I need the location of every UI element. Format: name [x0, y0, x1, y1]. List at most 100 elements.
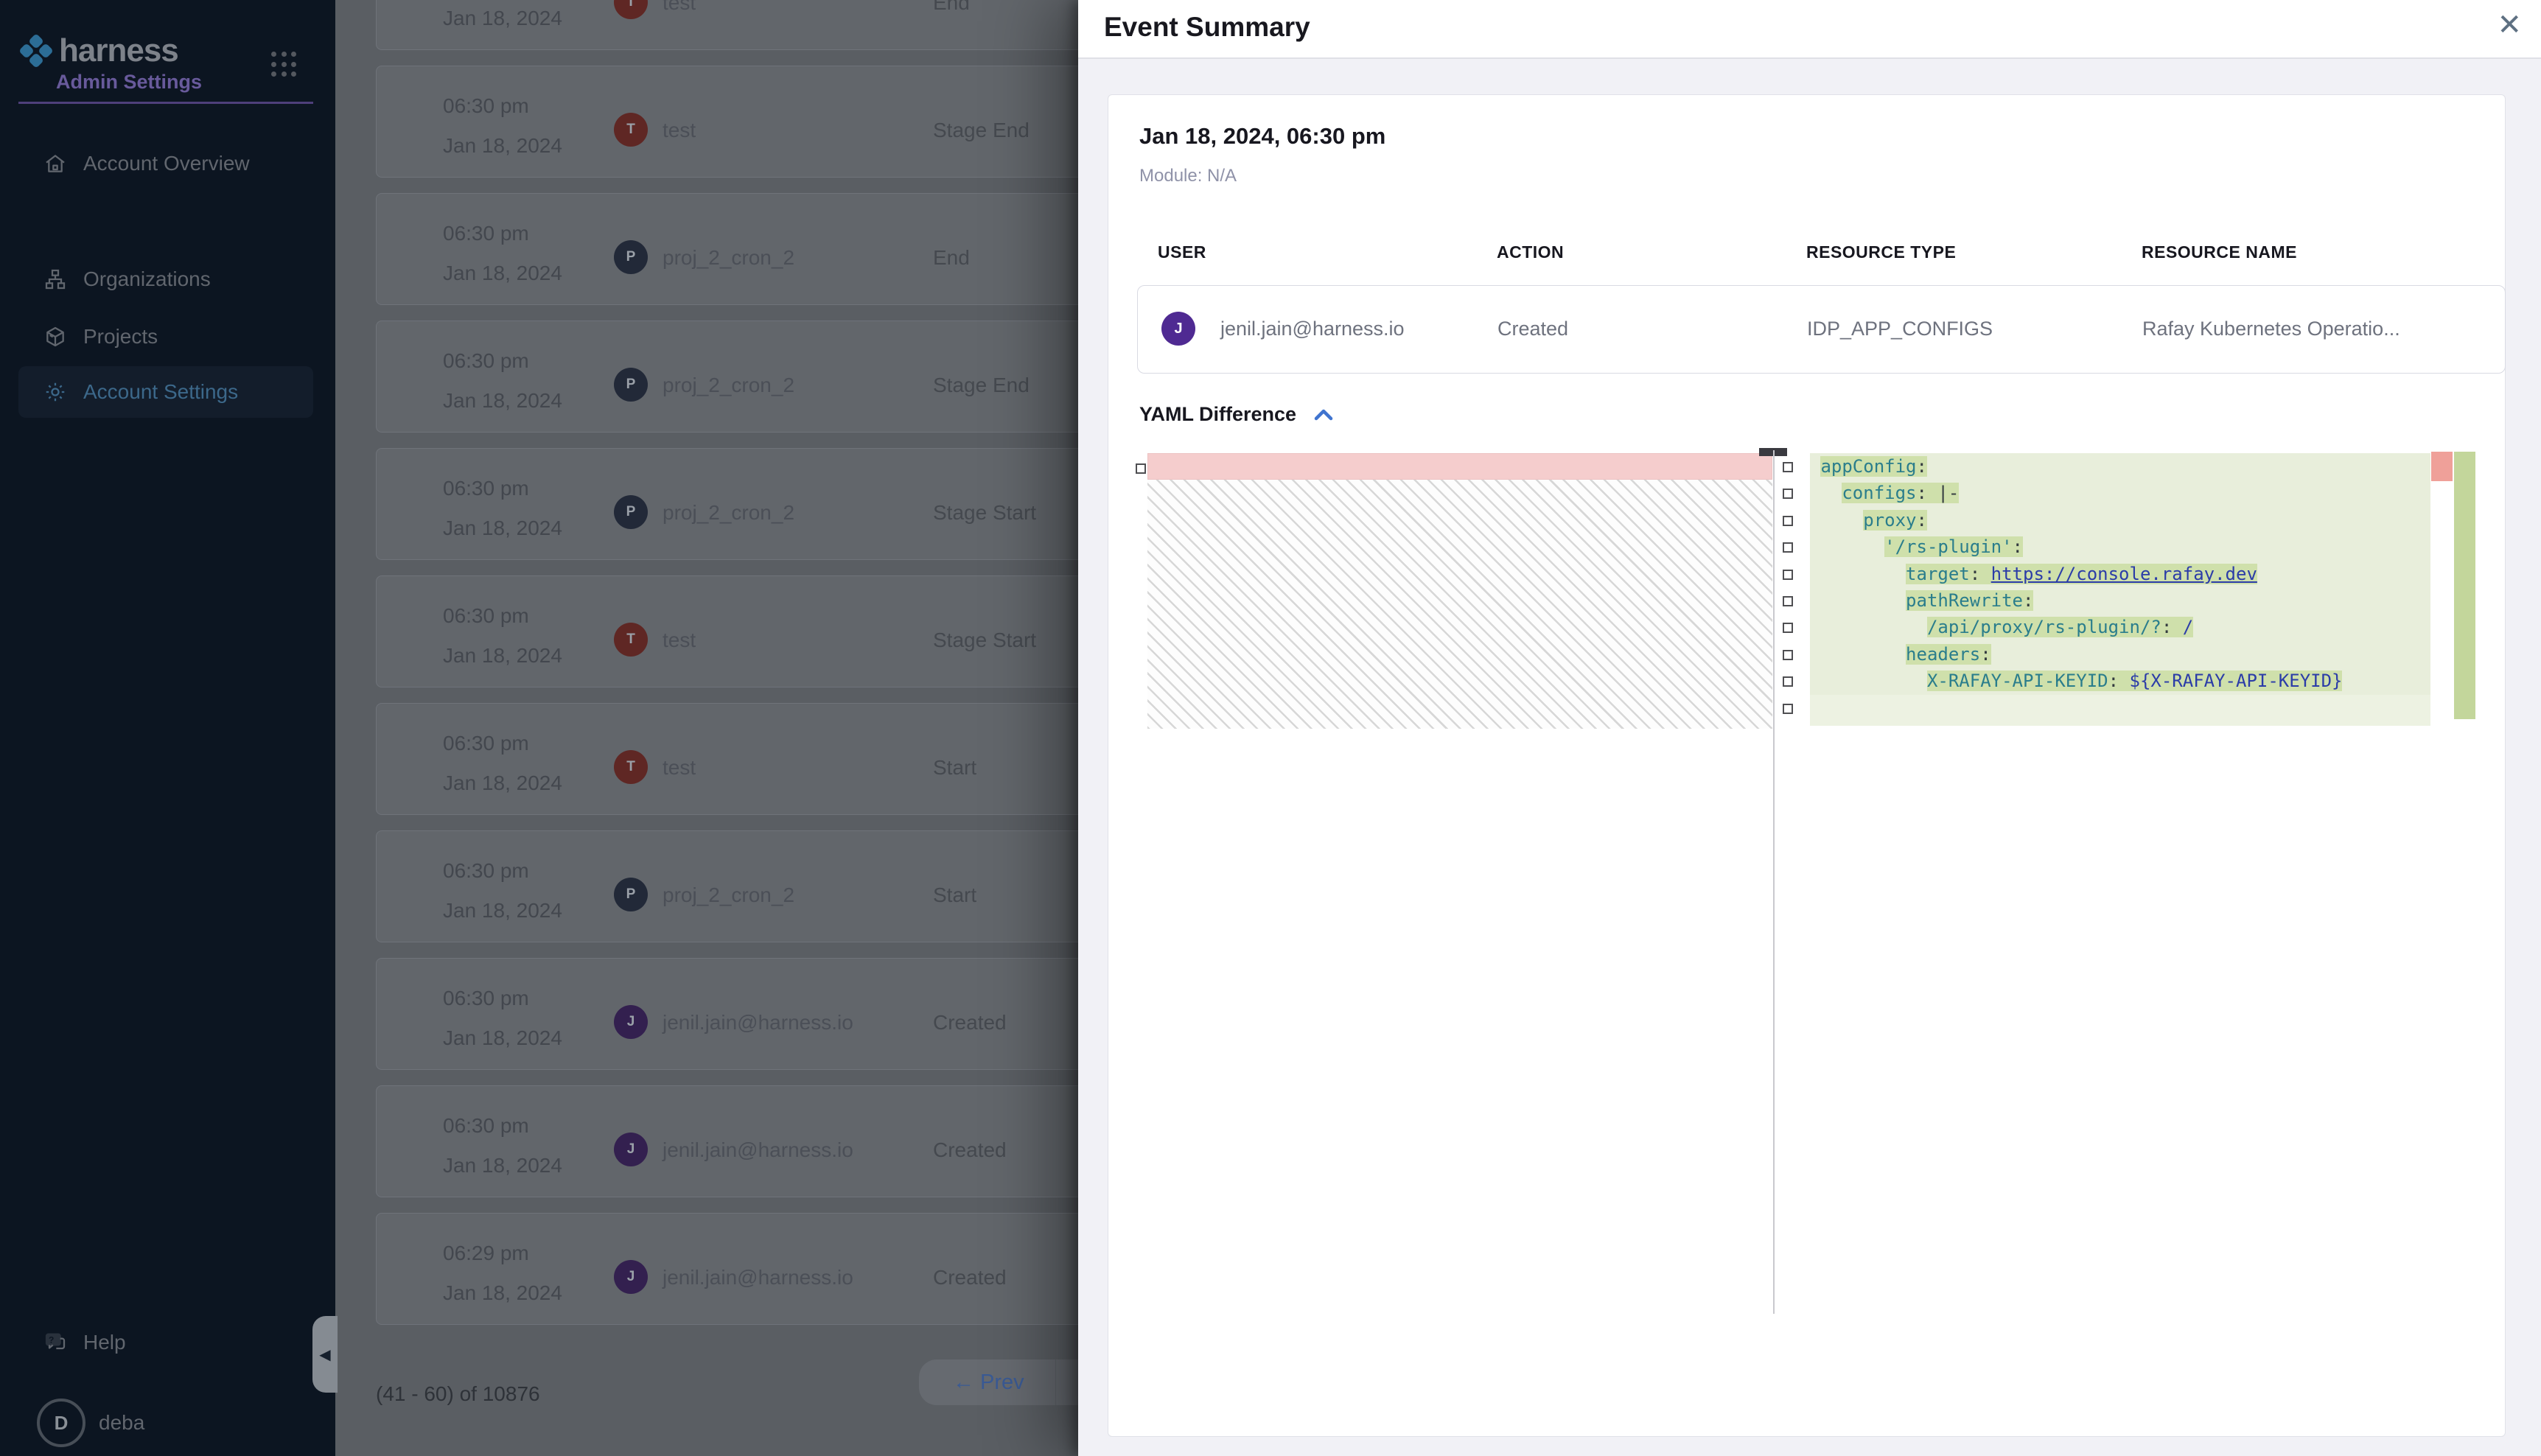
diff-added-pane: appConfig: configs: |- proxy: '/rs-plugi… [1810, 453, 2430, 727]
diff-gutter-marker[interactable] [1783, 650, 1793, 660]
chevron-up-icon [1313, 407, 1335, 423]
avatar: J [1161, 312, 1195, 346]
avatar: J [614, 1260, 648, 1294]
sidebar-item-label: Organizations [83, 267, 211, 291]
yaml-token: '/rs-plugin' [1884, 536, 2012, 557]
diff-gutter-marker[interactable] [1783, 623, 1793, 633]
overview-ruler-added-mark [2454, 452, 2475, 719]
diff-gutter-marker[interactable] [1783, 570, 1793, 580]
pagination-divider [1055, 1359, 1056, 1405]
brand-underline [18, 102, 313, 104]
row-time: 06:30 pm [443, 732, 529, 755]
diff-gutter-marker[interactable] [1783, 462, 1793, 472]
sidebar-collapse-button[interactable]: ◀ [312, 1316, 338, 1393]
col-header-resource-type: RESOURCE TYPE [1806, 242, 1956, 262]
diff-added-line: pathRewrite: [1810, 587, 2430, 615]
row-action: Created [933, 1138, 1007, 1162]
row-user: test [663, 119, 696, 142]
yaml-token: : [2108, 671, 2130, 691]
brand[interactable]: harness [19, 32, 178, 69]
harness-logo-icon [19, 34, 53, 68]
row-action: Created [933, 1266, 1007, 1289]
audit-row[interactable]: Jan 18, 2024TtestEnd [376, 0, 1114, 50]
yaml-diff-viewer: appConfig: configs: |- proxy: '/rs-plugi… [1136, 448, 2478, 1314]
diff-gutter-marker[interactable] [1783, 596, 1793, 606]
yaml-token: /api/proxy/rs-plugin/? [1927, 617, 2161, 637]
diff-gutter-marker[interactable] [1783, 676, 1793, 687]
event-summary-drawer: Event Summary ✕ Jan 18, 2024, 06:30 pm M… [1078, 0, 2541, 1456]
diff-split-divider[interactable] [1773, 450, 1775, 1314]
audit-row[interactable]: 06:30 pmJan 18, 2024Pproj_2_cron_2Start [376, 830, 1114, 942]
row-user: test [663, 629, 696, 652]
event-table-row: J jenil.jain@harness.io Created IDP_APP_… [1137, 285, 2506, 374]
row-user: jenil.jain@harness.io [663, 1266, 853, 1289]
home-icon [43, 152, 67, 175]
audit-row[interactable]: 06:30 pmJan 18, 2024Pproj_2_cron_2Stage … [376, 448, 1114, 560]
yaml-token: / [2183, 617, 2193, 637]
avatar: J [614, 1133, 648, 1166]
cell-action: Created [1497, 318, 1568, 340]
diff-added-line: headers: [1810, 641, 2430, 668]
row-date: Jan 18, 2024 [443, 899, 562, 923]
sidebar-item-help[interactable]: ? Help [18, 1317, 313, 1368]
diff-gutter-marker[interactable] [1783, 489, 1793, 499]
yaml-token: : [1970, 564, 1991, 584]
row-action: Stage End [933, 374, 1030, 397]
audit-row[interactable]: 06:30 pmJan 18, 2024TtestStage End [376, 66, 1114, 178]
row-date: Jan 18, 2024 [443, 262, 562, 285]
row-action: Stage End [933, 119, 1030, 142]
diff-added-line: /api/proxy/rs-plugin/?: / [1810, 614, 2430, 641]
audit-row[interactable]: 06:30 pmJan 18, 2024Pproj_2_cron_2Stage … [376, 321, 1114, 433]
diff-gutter-marker[interactable] [1783, 542, 1793, 553]
audit-row[interactable]: 06:30 pmJan 18, 2024TtestStart [376, 703, 1114, 815]
audit-row[interactable]: 06:30 pmJan 18, 2024TtestStage Start [376, 575, 1114, 687]
audit-row[interactable]: 06:29 pmJan 18, 2024Jjenil.jain@harness.… [376, 1213, 1114, 1325]
event-datetime: Jan 18, 2024, 06:30 pm [1139, 123, 1385, 150]
sidebar-item-label: Account Overview [83, 152, 250, 175]
yaml-difference-label: YAML Difference [1139, 403, 1296, 426]
overview-ruler-removed-mark [2431, 452, 2453, 481]
yaml-token: : [1917, 483, 1938, 503]
row-user: test [663, 756, 696, 780]
sidebar-item-label: Account Settings [83, 380, 238, 404]
audit-row[interactable]: 06:30 pmJan 18, 2024Jjenil.jain@harness.… [376, 958, 1114, 1070]
row-date: Jan 18, 2024 [443, 7, 562, 30]
avatar: T [614, 623, 648, 657]
diff-added-line: configs: |- [1810, 480, 2430, 507]
sidebar-item-account-settings[interactable]: Account Settings [18, 366, 313, 418]
avatar: T [614, 750, 648, 784]
audit-row[interactable]: 06:30 pmJan 18, 2024Pproj_2_cron_2End [376, 193, 1114, 305]
avatar: T [614, 0, 648, 19]
user-menu[interactable]: D deba [37, 1399, 144, 1447]
row-time: 06:30 pm [443, 859, 529, 883]
row-action: Stage Start [933, 629, 1036, 652]
close-icon[interactable]: ✕ [2497, 10, 2522, 40]
sidebar-item-organizations[interactable]: Organizations [18, 253, 313, 305]
sidebar-item-account-overview[interactable]: Account Overview [18, 138, 313, 189]
row-date: Jan 18, 2024 [443, 1026, 562, 1050]
row-user: proj_2_cron_2 [663, 501, 794, 525]
apps-grid-icon[interactable] [271, 52, 298, 78]
row-action: End [933, 0, 970, 15]
col-header-user: USER [1158, 242, 1206, 262]
row-time: 06:30 pm [443, 349, 529, 373]
yaml-token: configs [1842, 483, 1916, 503]
yaml-token: : [2023, 590, 2033, 611]
row-date: Jan 18, 2024 [443, 771, 562, 795]
yaml-token: : [1917, 510, 1927, 531]
event-module: Module: N/A [1139, 166, 1237, 186]
row-action: Stage Start [933, 501, 1036, 525]
diff-gutter-marker[interactable] [1783, 516, 1793, 526]
row-date: Jan 18, 2024 [443, 644, 562, 668]
yaml-difference-toggle[interactable]: YAML Difference [1139, 403, 1335, 426]
sidebar-item-projects[interactable]: Projects [18, 311, 313, 363]
audit-row[interactable]: 06:30 pmJan 18, 2024Jjenil.jain@harness.… [376, 1085, 1114, 1197]
row-user: proj_2_cron_2 [663, 374, 794, 397]
cube-icon [43, 325, 67, 349]
row-time: 06:29 pm [443, 1242, 529, 1265]
diff-gutter-marker[interactable] [1783, 704, 1793, 714]
yaml-link[interactable]: https://console.rafay.dev [1991, 564, 2257, 584]
audit-trail-list: Jan 18, 2024 Ttest End 06:30 pm Jan 18, 2024… [335, 0, 1078, 1456]
diff-gutter-marker[interactable] [1136, 463, 1146, 474]
prev-page-button[interactable]: ← Prev [953, 1371, 1024, 1395]
